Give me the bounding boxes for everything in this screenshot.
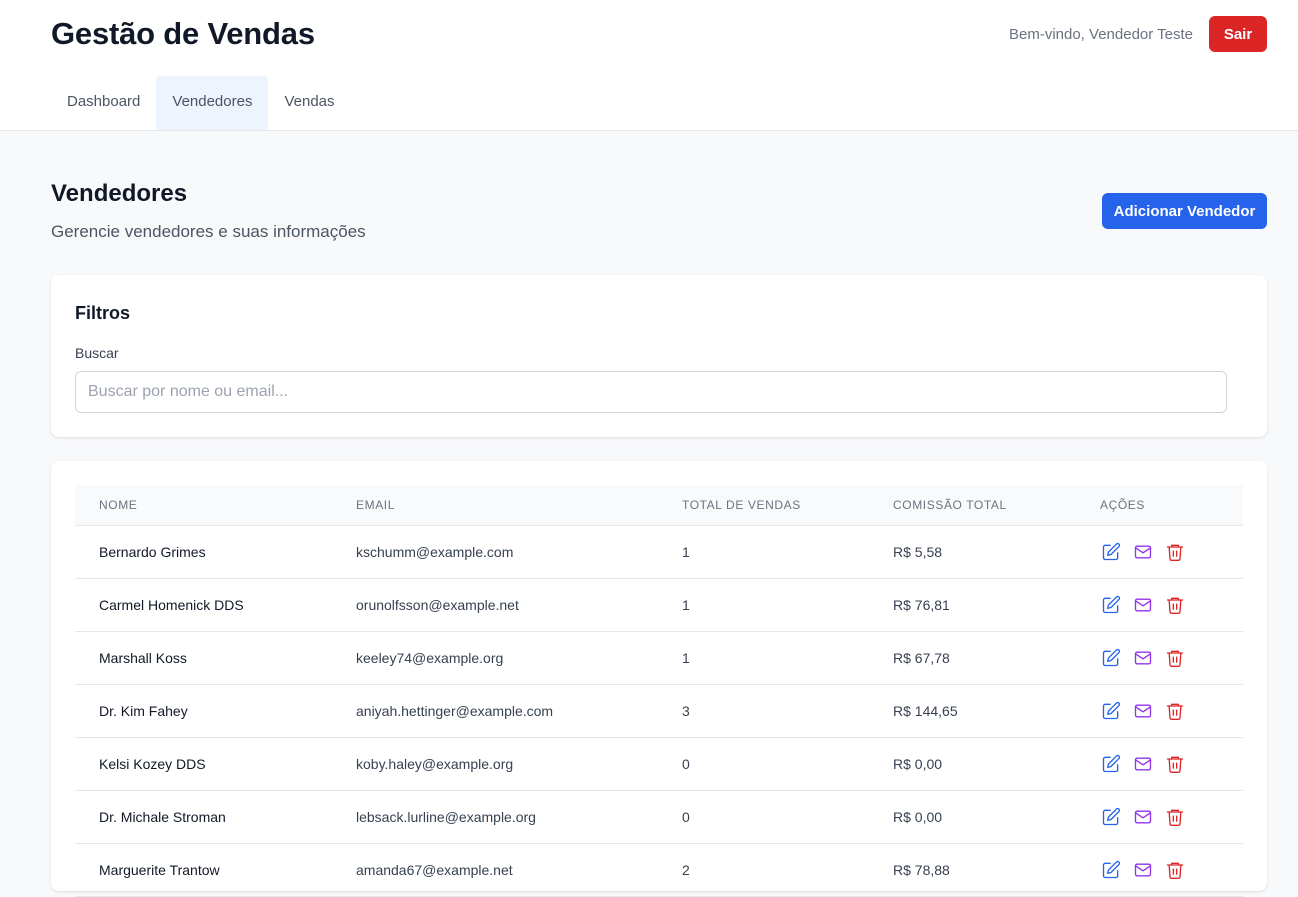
seller-commission: R$ 76,81 xyxy=(869,578,1076,632)
edit-icon[interactable] xyxy=(1100,647,1122,669)
row-actions xyxy=(1100,594,1243,616)
seller-email: kschumm@example.com xyxy=(332,525,658,579)
table-row: Dr. Kim Fahey aniyah.hettinger@example.c… xyxy=(75,684,1243,738)
edit-icon[interactable] xyxy=(1100,806,1122,828)
column-header-acoes: AÇÕES xyxy=(1076,485,1243,526)
tab-vendas[interactable]: Vendas xyxy=(268,76,350,130)
seller-total-sales: 1 xyxy=(658,578,869,632)
main-nav-tabs: Dashboard Vendedores Vendas xyxy=(51,76,351,130)
seller-email: lebsack.lurline@example.org xyxy=(332,790,658,844)
filters-card: Filtros Buscar xyxy=(51,275,1267,437)
mail-icon[interactable] xyxy=(1132,753,1154,775)
seller-name: Kelsi Kozey DDS xyxy=(75,737,332,791)
seller-commission: R$ 0,00 xyxy=(869,737,1076,791)
trash-icon[interactable] xyxy=(1164,594,1186,616)
seller-commission: R$ 67,78 xyxy=(869,631,1076,685)
table-row: Dr. Michale Stroman lebsack.lurline@exam… xyxy=(75,790,1243,844)
filters-title: Filtros xyxy=(75,303,131,323)
seller-email: amanda67@example.net xyxy=(332,843,658,897)
column-header-nome[interactable]: NOME xyxy=(75,485,332,526)
search-input[interactable] xyxy=(75,371,1227,413)
seller-name: Carmel Homenick DDS xyxy=(75,578,332,632)
column-header-total-vendas[interactable]: TOTAL DE VENDAS xyxy=(658,485,869,526)
trash-icon[interactable] xyxy=(1164,859,1186,881)
mail-icon[interactable] xyxy=(1132,806,1154,828)
mail-icon[interactable] xyxy=(1132,594,1154,616)
seller-email: orunolfsson@example.net xyxy=(332,578,658,632)
table-row: Kelsi Kozey DDS koby.haley@example.org 0… xyxy=(75,737,1243,791)
seller-total-sales: 3 xyxy=(658,684,869,738)
seller-name: Bernardo Grimes xyxy=(75,525,332,579)
tab-dashboard[interactable]: Dashboard xyxy=(51,76,156,130)
trash-icon[interactable] xyxy=(1164,647,1186,669)
seller-total-sales: 1 xyxy=(658,631,869,685)
edit-icon[interactable] xyxy=(1100,753,1122,775)
edit-icon[interactable] xyxy=(1100,700,1122,722)
mail-icon[interactable] xyxy=(1132,700,1154,722)
seller-name: Dr. Kim Fahey xyxy=(75,684,332,738)
mail-icon[interactable] xyxy=(1132,541,1154,563)
row-actions xyxy=(1100,859,1243,881)
page-subtitle: Gerencie vendedores e suas informações xyxy=(51,222,366,241)
mail-icon[interactable] xyxy=(1132,647,1154,669)
row-actions xyxy=(1100,700,1243,722)
seller-email: koby.haley@example.org xyxy=(332,737,658,791)
seller-email: aniyah.hettinger@example.com xyxy=(332,684,658,738)
table-header-row: NOME EMAIL TOTAL DE VENDAS COMISSÃO TOTA… xyxy=(75,485,1243,526)
edit-icon[interactable] xyxy=(1100,594,1122,616)
table-row: Bernardo Grimes kschumm@example.com 1 R$… xyxy=(75,525,1243,579)
row-actions xyxy=(1100,541,1243,563)
seller-email: keeley74@example.org xyxy=(332,631,658,685)
seller-commission: R$ 5,58 xyxy=(869,525,1076,579)
edit-icon[interactable] xyxy=(1100,859,1122,881)
edit-icon[interactable] xyxy=(1100,541,1122,563)
seller-name: Marguerite Trantow xyxy=(75,843,332,897)
table-row: Marguerite Trantow amanda67@example.net … xyxy=(75,843,1243,897)
column-header-comissao[interactable]: COMISSÃO TOTAL xyxy=(869,485,1076,526)
seller-total-sales: 2 xyxy=(658,843,869,897)
seller-commission: R$ 0,00 xyxy=(869,790,1076,844)
app-title: Gestão de Vendas xyxy=(51,16,315,51)
mail-icon[interactable] xyxy=(1132,859,1154,881)
sellers-table-card: NOME EMAIL TOTAL DE VENDAS COMISSÃO TOTA… xyxy=(51,461,1267,897)
app-header: Gestão de Vendas Bem-vindo, Vendedor Tes… xyxy=(0,0,1298,131)
seller-total-sales: 0 xyxy=(658,790,869,844)
seller-name: Marshall Koss xyxy=(75,631,332,685)
row-actions xyxy=(1100,806,1243,828)
trash-icon[interactable] xyxy=(1164,541,1186,563)
tab-vendedores[interactable]: Vendedores xyxy=(156,76,269,130)
table-row: Carmel Homenick DDS orunolfsson@example.… xyxy=(75,578,1243,632)
seller-commission: R$ 144,65 xyxy=(869,684,1076,738)
trash-icon[interactable] xyxy=(1164,753,1186,775)
table-row: Marshall Koss keeley74@example.org 1 R$ … xyxy=(75,631,1243,685)
add-seller-button[interactable]: Adicionar Vendedor xyxy=(1102,193,1267,229)
logout-button[interactable]: Sair xyxy=(1209,16,1267,52)
search-label: Buscar xyxy=(75,345,119,361)
column-header-email[interactable]: EMAIL xyxy=(332,485,658,526)
welcome-message: Bem-vindo, Vendedor Teste xyxy=(1008,26,1193,43)
trash-icon[interactable] xyxy=(1164,700,1186,722)
sellers-table: NOME EMAIL TOTAL DE VENDAS COMISSÃO TOTA… xyxy=(75,485,1243,897)
seller-name: Dr. Michale Stroman xyxy=(75,790,332,844)
row-actions xyxy=(1100,753,1243,775)
row-actions xyxy=(1100,647,1243,669)
page-title: Vendedores xyxy=(51,180,188,207)
seller-commission: R$ 78,88 xyxy=(869,843,1076,897)
seller-total-sales: 1 xyxy=(658,525,869,579)
trash-icon[interactable] xyxy=(1164,806,1186,828)
seller-total-sales: 0 xyxy=(658,737,869,791)
